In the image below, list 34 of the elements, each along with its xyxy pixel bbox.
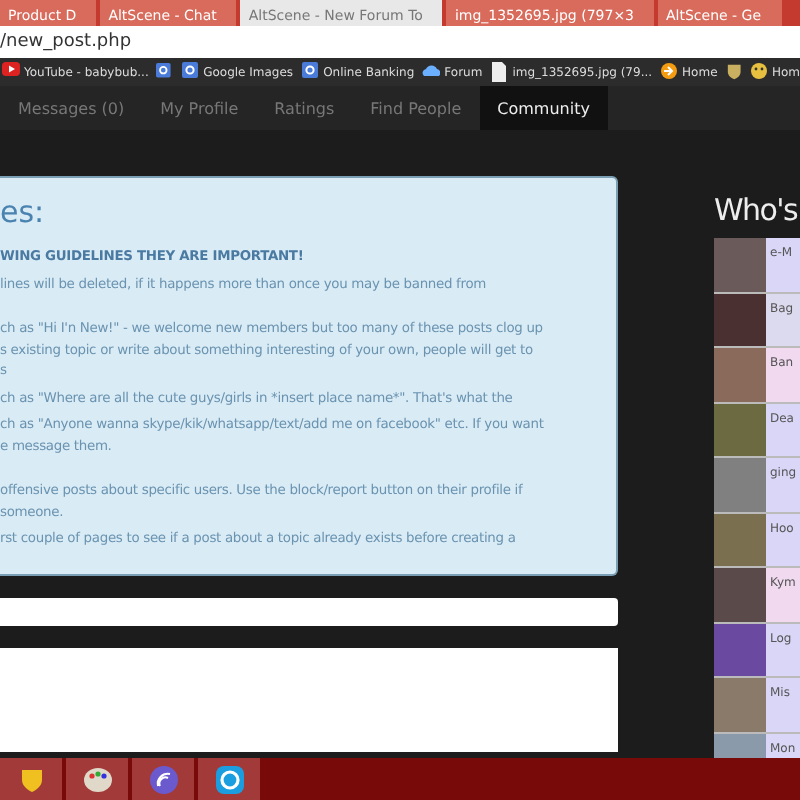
address-bar[interactable]: /new_post.php [0,26,800,58]
shield-icon[interactable] [725,62,742,82]
torrent-icon [149,765,177,793]
arrow-icon [660,62,679,82]
square-icon [301,62,320,82]
avatar-photo[interactable] [714,568,766,621]
avatar-photo[interactable] [714,293,766,346]
nav-link[interactable]: Find People [352,86,480,130]
cloud-icon [422,62,441,82]
shield-icon [21,767,41,791]
panel-title: es: [0,194,47,230]
input-field[interactable] [0,598,618,626]
page-icon [490,62,509,82]
avatar-photo[interactable] [714,238,766,291]
taskbar-button[interactable] [0,758,62,800]
skype-icon [215,765,243,793]
avatar-photo[interactable] [714,403,766,456]
section-title: Who's [714,192,797,228]
palette-icon [83,765,111,793]
avatar-photo[interactable] [714,513,766,566]
nav-link[interactable]: Messages (0) [0,86,143,130]
square-icon [181,62,200,82]
taskbar-button[interactable] [198,758,260,800]
avatar-photo[interactable] [714,678,766,731]
avatar-photo[interactable] [714,623,766,676]
nav-link[interactable]: Ratings [256,86,353,130]
avatar-photo[interactable] [714,458,766,511]
nav-link[interactable]: My Profile [142,86,257,130]
avatar-photo[interactable] [714,348,766,401]
video-icon [2,62,20,82]
square-icon[interactable] [156,62,174,82]
nav-link[interactable]: Community [479,86,608,130]
taskbar-button[interactable] [66,758,128,800]
taskbar-button[interactable] [132,758,194,800]
